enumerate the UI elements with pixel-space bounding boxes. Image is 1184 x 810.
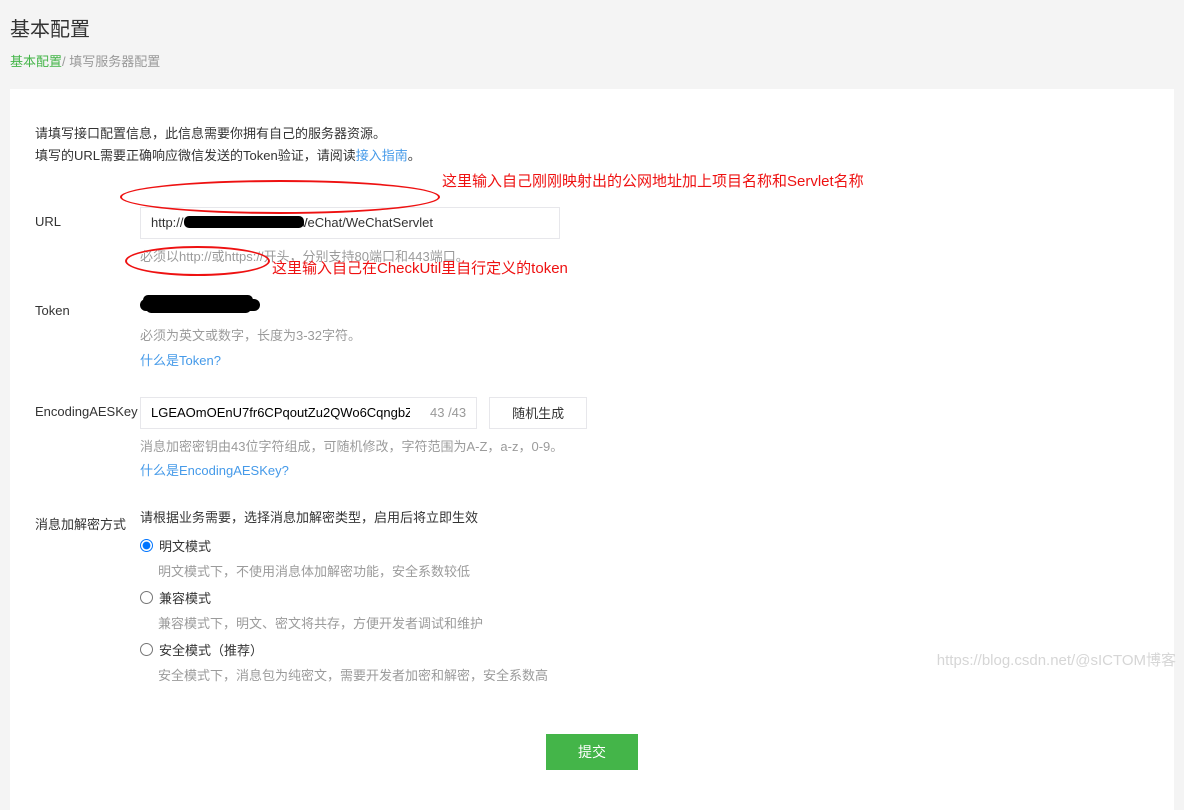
aes-label: EncodingAESKey [35, 397, 140, 419]
random-generate-button[interactable]: 随机生成 [489, 397, 587, 429]
mode-label: 消息加解密方式 [35, 507, 140, 533]
token-hint: 必须为英文或数字，长度为3-32字符。 [140, 326, 1149, 346]
mode-option-plain[interactable]: 明文模式 [140, 536, 1149, 555]
url-label: URL [35, 207, 140, 229]
token-row: Token 必须为英文或数字，长度为3-32字符。 什么是Token? [35, 296, 1149, 369]
access-guide-link[interactable]: 接入指南 [356, 148, 408, 163]
token-help-link[interactable]: 什么是Token? [140, 350, 221, 369]
watermark: https://blog.csdn.net/@sICTOM博客 [937, 649, 1176, 670]
aes-hint: 消息加密密钥由43位字符组成，可随机修改，字符范围为A-Z，a-z，0-9。 [140, 437, 1149, 457]
page-title: 基本配置 [10, 13, 1174, 42]
mode-prompt: 请根据业务需要，选择消息加解密类型，启用后将立即生效 [140, 507, 1149, 526]
aes-input[interactable] [140, 397, 420, 429]
breadcrumb-link[interactable]: 基本配置 [10, 54, 62, 69]
mode-option-compat[interactable]: 兼容模式 [140, 588, 1149, 607]
intro-line-2: 填写的URL需要正确响应微信发送的Token验证，请阅读接入指南。 [35, 146, 1149, 167]
aes-count: 43 /43 [420, 397, 477, 429]
mode-radio-safe[interactable] [140, 643, 153, 656]
breadcrumb: 基本配置/ 填写服务器配置 [10, 51, 1174, 70]
mode-radio-compat[interactable] [140, 591, 153, 604]
breadcrumb-current: 填写服务器配置 [69, 54, 160, 69]
intro-line-1: 请填写接口配置信息，此信息需要你拥有自己的服务器资源。 [35, 124, 1149, 145]
aes-row: EncodingAESKey 43 /43 随机生成 消息加密密钥由43位字符组… [35, 397, 1149, 480]
mode-radio-plain[interactable] [140, 539, 153, 552]
submit-button[interactable]: 提交 [546, 734, 638, 770]
mode-desc-compat: 兼容模式下，明文、密文将共存，方便开发者调试和维护 [158, 613, 1149, 632]
config-panel: 请填写接口配置信息，此信息需要你拥有自己的服务器资源。 填写的URL需要正确响应… [10, 89, 1174, 810]
mode-desc-plain: 明文模式下，不使用消息体加解密功能，安全系数较低 [158, 561, 1149, 580]
token-label: Token [35, 296, 140, 318]
url-hint: 必须以http://或https://开头，分别支持80端口和443端口。 [140, 247, 1149, 267]
url-row: URL 必须以http://或https://开头，分别支持80端口和443端口… [35, 207, 1149, 267]
aes-help-link[interactable]: 什么是EncodingAESKey? [140, 460, 289, 479]
